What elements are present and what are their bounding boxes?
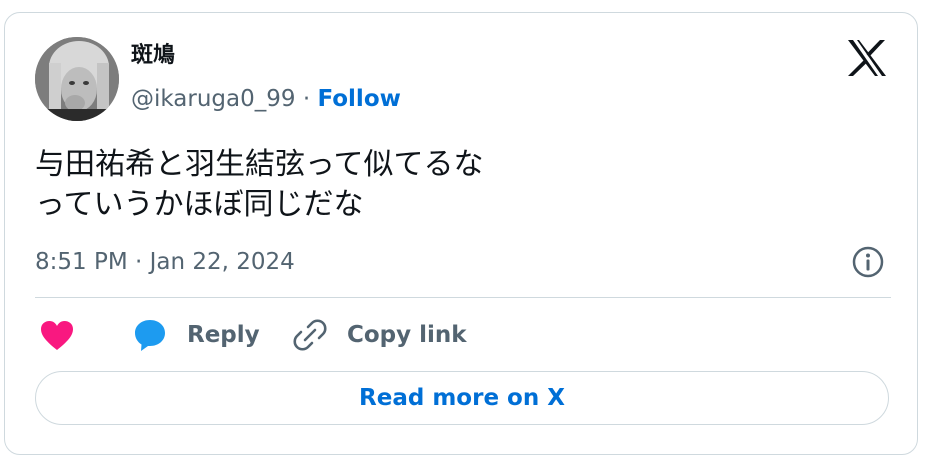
tweet-text-line-1: 与田祐希と羽生結弦って似てるな (35, 147, 484, 182)
avatar-image (35, 37, 119, 121)
reply-label: Reply (187, 322, 260, 348)
tweet-timestamp[interactable]: 8:51 PM · Jan 22, 2024 (35, 248, 295, 276)
tweet-text-line-2: っていうかほぼ同じだな (35, 187, 364, 222)
x-logo-icon[interactable] (847, 39, 887, 77)
like-button[interactable] (39, 318, 75, 354)
tweet-text: 与田祐希と羽生結弦って似てるな っていうかほぼ同じだな (35, 145, 484, 225)
follow-button[interactable]: Follow (317, 86, 400, 112)
user-handle[interactable]: @ikaruga0_99 (131, 86, 296, 112)
display-name[interactable]: 斑鳩 (131, 43, 175, 69)
reply-button[interactable]: Reply (133, 315, 260, 355)
separator-dot: · (302, 86, 311, 112)
tweet-embed-card: 斑鳩 @ikaruga0_99 · Follow 与田祐希と羽生結弦って似てるな… (4, 12, 918, 455)
handle-row: @ikaruga0_99 · Follow (131, 85, 401, 113)
copy-link-button[interactable]: Copy link (293, 315, 467, 355)
read-more-label: Read more on X (359, 385, 565, 411)
speech-bubble-icon (135, 320, 165, 351)
link-icon (293, 319, 327, 351)
avatar[interactable] (35, 37, 119, 121)
divider (35, 297, 891, 298)
read-more-button[interactable]: Read more on X (35, 371, 889, 425)
copy-link-label: Copy link (347, 322, 467, 348)
info-icon[interactable] (851, 245, 885, 279)
heart-icon (41, 321, 73, 350)
